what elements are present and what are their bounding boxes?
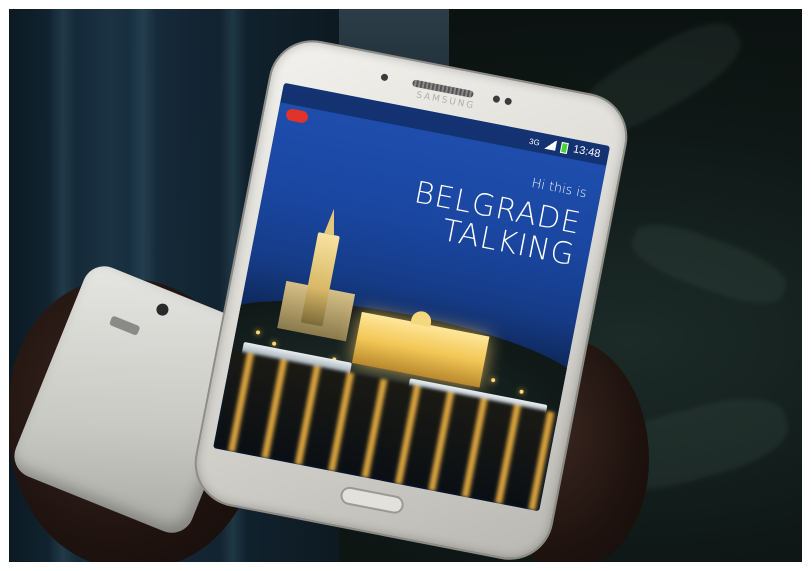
usb-port (108, 315, 141, 336)
sensor-icon (504, 97, 513, 106)
photo-frame: SAMSUNG 3G 13:48 Hi this is BELGRADE TAL… (9, 9, 802, 562)
camera-icon (492, 95, 501, 104)
headphone-jack (154, 301, 171, 318)
network-label: 3G (528, 136, 541, 148)
signal-bars-icon (543, 138, 558, 151)
battery-icon (560, 141, 570, 154)
phone-screen[interactable]: 3G 13:48 Hi this is BELGRADE TALKING (213, 82, 611, 512)
marble-texture (625, 213, 793, 315)
sensor-icon (380, 73, 389, 82)
clock: 13:48 (572, 143, 602, 161)
